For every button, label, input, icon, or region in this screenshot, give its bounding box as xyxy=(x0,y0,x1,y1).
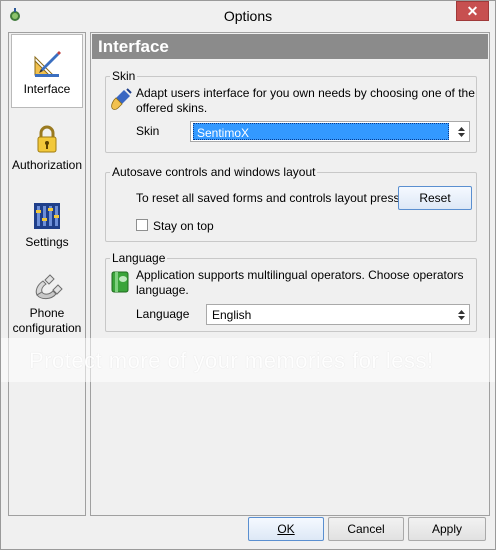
reset-button[interactable]: Reset xyxy=(398,186,472,210)
spinner-arrows-icon xyxy=(458,127,465,137)
language-select[interactable]: English xyxy=(206,304,470,325)
skin-description: Adapt users interface for you own needs … xyxy=(136,86,475,115)
nav-label-authorization: Authorization xyxy=(11,158,83,172)
title-bar[interactable]: Options ✕ xyxy=(1,1,495,31)
reset-description: To reset all saved forms and controls la… xyxy=(136,191,400,205)
panel-title: Interface xyxy=(92,34,488,59)
autosave-group-title: Autosave controls and windows layout xyxy=(110,165,318,179)
nav-label-settings: Settings xyxy=(25,235,69,249)
nav-label-interface: Interface xyxy=(23,82,71,96)
skin-field-label: Skin xyxy=(136,124,160,138)
window-title: Options xyxy=(223,8,273,24)
ok-button[interactable]: OK xyxy=(248,517,324,541)
apply-button[interactable]: Apply xyxy=(408,517,486,541)
phone-icon xyxy=(35,274,63,300)
nav-item-authorization[interactable]: Authorization xyxy=(11,123,83,185)
settings-bars-icon xyxy=(34,203,60,229)
nav-item-interface[interactable]: Interface xyxy=(11,34,83,108)
options-window: Options ✕ Interface Authorization Settin… xyxy=(0,0,496,550)
nav-label-phone-configuration: Phone configuration xyxy=(12,306,82,335)
language-group-title: Language xyxy=(110,251,168,265)
language-select-value: English xyxy=(212,308,252,322)
nav-item-phone-configuration[interactable]: Phone configuration xyxy=(11,271,83,339)
language-description: Application supports multilingual operat… xyxy=(136,268,464,297)
ruler-pen-icon xyxy=(34,51,61,77)
close-button[interactable]: ✕ xyxy=(456,1,489,21)
language-field-label: Language xyxy=(136,307,190,321)
options-nav: Interface Authorization Settings Phone c… xyxy=(8,32,86,516)
language-group: Language Application supports multilingu… xyxy=(105,251,477,332)
nav-item-settings[interactable]: Settings xyxy=(11,200,83,262)
stay-on-top-label[interactable]: Stay on top xyxy=(153,219,214,233)
lock-icon xyxy=(37,125,57,153)
skin-group: Skin Adapt users interface for you own n… xyxy=(105,69,477,153)
stay-on-top-checkbox[interactable] xyxy=(136,219,148,231)
autosave-group: Autosave controls and windows layout To … xyxy=(105,165,477,242)
spinner-arrows-icon xyxy=(458,310,465,320)
interface-panel: Interface Skin Adapt users interface for… xyxy=(90,32,490,516)
skin-group-title: Skin xyxy=(110,69,138,83)
cancel-button[interactable]: Cancel xyxy=(328,517,404,541)
skin-select-value: SentimoX xyxy=(193,123,449,140)
paint-brush-icon xyxy=(111,88,132,110)
language-book-icon xyxy=(111,271,129,293)
skin-select[interactable]: SentimoX xyxy=(190,121,470,142)
